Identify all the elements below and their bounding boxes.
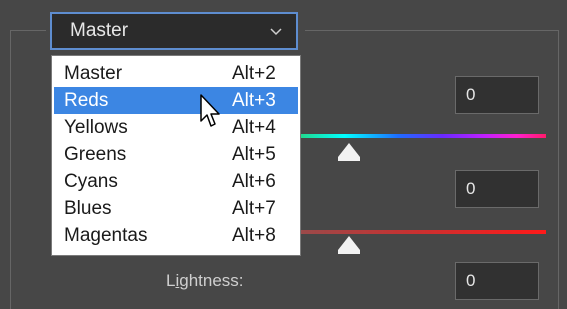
chevron-down-icon [270,28,282,36]
group-border-left [10,30,11,309]
saturation-slider-thumb[interactable] [338,236,360,254]
hue-slider-thumb[interactable] [338,143,360,161]
saturation-value-field[interactable]: 0 [455,170,539,208]
hue-value: 0 [466,85,476,104]
group-border-top-left [10,30,46,31]
hue-slider-track[interactable] [300,134,546,138]
dropdown-item-yellows[interactable]: Yellows Alt+4 [54,114,298,141]
saturation-slider-track[interactable] [300,230,546,234]
lightness-value: 0 [466,271,476,290]
channel-select-value: Master [70,20,129,41]
dropdown-item-blues[interactable]: Blues Alt+7 [54,195,298,222]
hue-saturation-panel: Master 0 0 Lightness: 0 Master Alt+2 Red… [0,0,567,309]
lightness-value-field[interactable]: 0 [455,262,539,300]
dropdown-item-reds[interactable]: Reds Alt+3 [54,87,298,114]
lightness-label: Lightness: [166,271,244,290]
group-border-right [558,30,559,309]
hue-value-field[interactable]: 0 [455,76,539,114]
saturation-value: 0 [466,179,476,198]
channel-dropdown-list: Master Alt+2 Reds Alt+3 Yellows Alt+4 Gr… [51,55,301,256]
group-border-top-right [305,30,559,31]
dropdown-item-greens[interactable]: Greens Alt+5 [54,141,298,168]
dropdown-item-magentas[interactable]: Magentas Alt+8 [54,222,298,249]
mouse-pointer-icon [200,94,220,127]
channel-select[interactable]: Master [50,12,298,50]
dropdown-item-cyans[interactable]: Cyans Alt+6 [54,168,298,195]
dropdown-item-master[interactable]: Master Alt+2 [54,60,298,87]
